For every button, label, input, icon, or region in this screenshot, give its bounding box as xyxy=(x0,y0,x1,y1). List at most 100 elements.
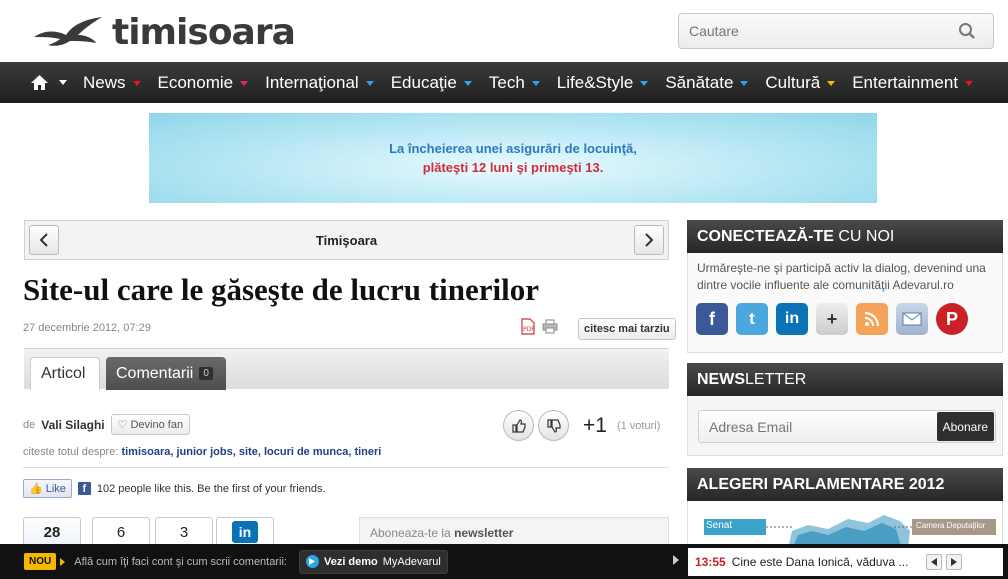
author-name[interactable]: Vali Silaghi xyxy=(41,418,104,432)
linkedin-icon: in xyxy=(232,521,258,543)
section-title[interactable]: Timişoara xyxy=(316,233,377,248)
newsletter-promo[interactable]: Aboneaza-te la newsletter xyxy=(359,517,669,547)
logo-text: timisoara xyxy=(112,11,296,53)
eagle-icon xyxy=(34,17,102,46)
tag-link[interactable]: locuri de munca xyxy=(264,446,348,458)
email-field[interactable] xyxy=(699,418,919,435)
newsletter-header: NEWS LETTER xyxy=(687,363,1003,396)
ticker-time: 13:55 xyxy=(695,555,726,569)
section-navigator: Timişoara xyxy=(24,220,669,260)
connect-box: Urmăreşte-ne şi participă activ la dialo… xyxy=(687,253,1003,353)
ticker-prev-button[interactable] xyxy=(925,554,942,570)
nav-item-tech[interactable]: Tech xyxy=(489,73,540,93)
connect-header: CONECTEAZĂ-TE CU NOI xyxy=(687,220,1003,253)
tab-comments[interactable]: Comentarii 0 xyxy=(106,357,226,390)
heart-icon: ♡ xyxy=(117,419,128,431)
ad-banner[interactable]: La încheierea unei asigurări de locuinţă… xyxy=(149,113,877,203)
read-later-button[interactable]: citesc mai tarziu xyxy=(578,318,676,340)
share-count-google[interactable]: 3 xyxy=(155,517,213,547)
banner-line-1: La încheierea unei asigurări de locuinţă… xyxy=(389,141,637,156)
play-arrow-icon xyxy=(60,557,66,566)
bottom-message: Află cum îţi faci cont şi cum scrii come… xyxy=(74,555,287,568)
newsletter-form: Abonare xyxy=(698,410,996,443)
facebook-like-bar: 👍 Like f 102 people like this. Be the fir… xyxy=(23,479,326,498)
chevron-down-icon xyxy=(531,81,540,86)
chevron-right-icon xyxy=(645,233,654,247)
tag-link[interactable]: site xyxy=(239,446,258,458)
twitter-icon[interactable]: t xyxy=(736,303,768,335)
chamber-label: Camera Deputaţilor xyxy=(916,521,986,530)
social-icons: f t in + P xyxy=(696,303,968,335)
nav-item-lifestyle[interactable]: Life&Style xyxy=(557,73,649,93)
elections-box[interactable]: Senat Camera Deputaţilor xyxy=(687,501,1003,549)
rss-icon[interactable] xyxy=(856,303,888,335)
become-fan-button[interactable]: ♡ Devino fan xyxy=(110,414,191,435)
share-linkedin-button[interactable]: in xyxy=(216,517,274,547)
chevron-down-icon xyxy=(827,81,836,86)
google-plus-icon[interactable]: + xyxy=(816,303,848,335)
likes-text: 102 people like this. Be the first of yo… xyxy=(96,482,326,495)
pinterest-icon[interactable]: P xyxy=(936,303,968,335)
nav-item-entertainment[interactable]: Entertainment xyxy=(852,73,974,93)
article-date: 27 decembrie 2012, 07:29 xyxy=(23,322,151,334)
article-tabs: Articol Comentarii 0 xyxy=(24,348,669,390)
search-input[interactable] xyxy=(679,23,949,39)
author-line: de Vali Silaghi ♡ Devino fan xyxy=(23,414,191,435)
share-count-twitter[interactable]: 6 xyxy=(92,517,150,547)
vote-up-button[interactable] xyxy=(503,410,534,441)
nav-item-economie[interactable]: Economie xyxy=(158,73,249,93)
tag-link[interactable]: junior jobs xyxy=(177,446,233,458)
ticker-next-button[interactable] xyxy=(945,554,962,570)
newsletter-box: Abonare xyxy=(687,396,1003,456)
nav-item-news[interactable]: News xyxy=(83,73,141,93)
vote-score: +1 xyxy=(583,413,607,437)
fb-like-button[interactable]: 👍 Like xyxy=(23,479,72,498)
ticker-text[interactable]: Cine este Dana Ionică, văduva ... xyxy=(732,555,922,569)
next-button[interactable] xyxy=(634,225,664,255)
senate-label: Senat xyxy=(706,520,733,531)
tag-link[interactable]: timisoara xyxy=(121,446,170,458)
search-box[interactable] xyxy=(678,13,994,49)
chevron-down-icon xyxy=(640,81,649,86)
chevron-down-icon xyxy=(965,81,974,86)
thumbs-up-icon xyxy=(511,418,526,433)
tag-link[interactable]: tineri xyxy=(354,446,381,458)
article-title: Site-ul care le găseşte de lucru tineril… xyxy=(23,272,539,307)
chevron-down-icon xyxy=(740,81,749,86)
news-ticker[interactable]: 13:55 Cine este Dana Ionică, văduva ... xyxy=(688,548,1003,576)
elections-header: ALEGERI PARLAMENTARE 2012 xyxy=(687,468,1003,501)
email-icon[interactable] xyxy=(896,303,928,335)
watch-demo-button[interactable]: Vezi demo MyAdevarul xyxy=(298,549,448,574)
linkedin-icon[interactable]: in xyxy=(776,303,808,335)
nav-item-educatie[interactable]: Educaţie xyxy=(391,73,472,93)
chevron-left-icon xyxy=(39,233,48,247)
chevron-down-icon xyxy=(365,81,374,86)
nav-home[interactable] xyxy=(30,74,67,91)
prev-button[interactable] xyxy=(29,225,59,255)
vote-widget: +1 (1 voturi) xyxy=(503,410,660,441)
share-count-facebook[interactable]: 28 xyxy=(23,517,81,547)
facebook-icon[interactable]: f xyxy=(696,303,728,335)
thumbs-up-icon: 👍 xyxy=(29,483,43,495)
new-badge: NOU xyxy=(24,553,57,570)
thumbs-down-icon xyxy=(546,418,561,433)
banner-line-2: plăteşti 12 luni şi primeşti 13. xyxy=(422,160,604,175)
search-icon[interactable] xyxy=(949,13,985,49)
subscribe-button[interactable]: Abonare xyxy=(936,412,994,441)
site-logo[interactable]: timisoara xyxy=(32,10,312,54)
bottom-bar: NOU Află cum îţi faci cont şi cum scrii … xyxy=(0,544,1008,579)
chevron-down-icon xyxy=(463,81,472,86)
print-icon[interactable] xyxy=(542,319,558,339)
home-icon xyxy=(31,75,48,90)
article-tools: PDF citesc mai tarziu xyxy=(520,318,676,340)
ticker-play-icon[interactable] xyxy=(673,555,679,565)
pdf-icon[interactable]: PDF xyxy=(520,318,536,340)
chevron-down-icon xyxy=(240,81,249,86)
tab-article[interactable]: Articol xyxy=(30,357,100,390)
nav-item-international[interactable]: Internaţional xyxy=(265,73,374,93)
nav-item-cultura[interactable]: Cultură xyxy=(765,73,836,93)
comments-count-badge: 0 xyxy=(199,367,213,380)
nav-item-sanatate[interactable]: Sănătate xyxy=(665,73,749,93)
vote-down-button[interactable] xyxy=(538,410,569,441)
vote-count: (1 voturi) xyxy=(616,419,661,432)
